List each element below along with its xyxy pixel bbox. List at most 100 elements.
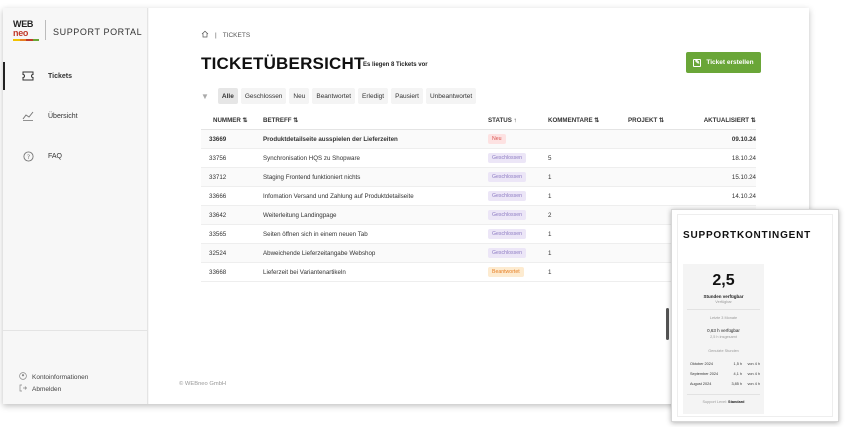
- user-icon: [19, 372, 27, 382]
- filter-chip-beantwortet[interactable]: Beantwortet: [312, 88, 356, 104]
- panel-scrollbar[interactable]: [666, 308, 669, 340]
- month-row: Oktober 2024 1,5 h von 4 h: [690, 362, 760, 366]
- quota-divider: [687, 394, 760, 395]
- ticket-subject: Synchronisation HQS zu Shopware: [263, 154, 360, 162]
- ticket-number: 33565: [209, 230, 227, 238]
- status-badge: Geschlossen: [488, 229, 526, 239]
- ticket-icon: [21, 69, 35, 83]
- column-header-betreff[interactable]: BETREFF ⇅: [263, 117, 488, 124]
- sidebar-item-label: Übersicht: [48, 112, 78, 120]
- sidebar-item-uebersicht[interactable]: Übersicht: [3, 102, 148, 130]
- hours-available-sublabel: Verfügbar: [715, 300, 732, 304]
- portal-title: SUPPORT PORTAL: [53, 27, 143, 37]
- panel-title: SUPPORTKONTINGENT: [683, 230, 812, 241]
- hours-available-label: Stunden verfügbar: [703, 294, 744, 299]
- quota-box: 2,5 Stunden verfügbar Verfügbar Letzte 3…: [683, 264, 764, 414]
- available-label: 0,63 h verfügbar: [707, 328, 740, 333]
- ticket-status: Geschlossen: [488, 191, 548, 201]
- ticket-subject: Abweichende Lieferzeitangabe Webshop: [263, 249, 376, 257]
- ticket-comments: 2: [548, 211, 552, 219]
- sidebar-item-label: FAQ: [48, 152, 63, 160]
- sidebar: WEB neo SUPPORT PORTAL Tickets Übersicht…: [3, 8, 148, 404]
- status-badge: Geschlossen: [488, 210, 526, 220]
- table-row[interactable]: 33669 Produktdetailseite ausspielen der L…: [201, 130, 756, 149]
- ticket-updated: 14.10.24: [731, 192, 756, 200]
- status-badge: Geschlossen: [488, 248, 526, 258]
- status-badge: Neu: [488, 134, 506, 144]
- status-badge: Geschlossen: [488, 153, 526, 163]
- column-header-aktualisiert[interactable]: AKTUALISIERT ⇅: [688, 117, 756, 124]
- ticket-status: Geschlossen: [488, 248, 548, 258]
- sidebar-item-faq[interactable]: ? FAQ: [3, 142, 148, 170]
- table-row[interactable]: 33756 Synchronisation HQS zu Shopware Gesc…: [201, 149, 756, 168]
- logo-color-bar: [13, 39, 39, 41]
- ticket-updated: 09.10.24: [731, 135, 756, 143]
- ticket-comments: 1: [548, 249, 552, 257]
- section-label-used-hours: Genutzte Stunden: [708, 349, 739, 353]
- ticket-status: Geschlossen: [488, 153, 548, 163]
- ticket-status: Beantwortet: [488, 267, 548, 277]
- ticket-status: Neu: [488, 134, 548, 144]
- column-header-projekt[interactable]: PROJEKT ⇅: [628, 117, 688, 124]
- sidebar-item-tickets[interactable]: Tickets: [3, 62, 148, 90]
- ticket-number: 33668: [209, 268, 227, 276]
- status-badge: Geschlossen: [488, 172, 526, 182]
- status-badge: Geschlossen: [488, 191, 526, 201]
- logo-text-neo: neo: [13, 28, 29, 38]
- edit-icon: ✎: [693, 58, 702, 67]
- footer-copyright: © WEBneo GmbH: [179, 381, 227, 387]
- ticket-subject: Produktdetailseite ausspielen der Liefer…: [263, 135, 398, 143]
- section-label-last-months: Letzte 3 Monate: [709, 316, 738, 320]
- ticket-comments: 1: [548, 230, 552, 238]
- ticket-comments: 5: [548, 154, 552, 162]
- account-info-label: Kontoinformationen: [32, 373, 89, 381]
- ticket-comments: 1: [548, 192, 552, 200]
- panel-border: SUPPORTKONTINGENT 2,5 Stunden verfügbar …: [677, 214, 833, 417]
- ticket-status: Geschlossen: [488, 229, 548, 239]
- ticket-updated: 15.10.24: [731, 173, 756, 181]
- table-row[interactable]: 33712 Staging Frontend funktioniert nicht…: [201, 168, 756, 187]
- status-badge: Beantwortet: [488, 267, 524, 277]
- breadcrumb: | TICKETS: [201, 30, 250, 40]
- ticket-subject: Seiten öffnen sich in einem neuen Tab: [263, 230, 368, 238]
- sidebar-item-label: Tickets: [48, 72, 72, 80]
- webneo-logo[interactable]: WEB neo: [13, 20, 39, 41]
- table-row[interactable]: 33666 Infomation Versand und Zahlung auf …: [201, 187, 756, 206]
- ticket-subject: Infomation Versand und Zahlung auf Produ…: [263, 192, 414, 200]
- create-ticket-label: Ticket erstellen: [706, 59, 754, 66]
- create-ticket-button[interactable]: ✎ Ticket erstellen: [686, 52, 761, 73]
- breadcrumb-separator: |: [215, 31, 217, 39]
- ticket-number: 33756: [209, 154, 227, 162]
- hours-available-value: 2,5: [712, 272, 735, 289]
- month-row: September 2024 4,1 h von 4 h: [690, 372, 760, 376]
- filter-chip-alle[interactable]: Alle: [217, 88, 238, 104]
- ticket-subject: Staging Frontend funktioniert nichts: [263, 173, 361, 181]
- filter-chip-erledigt[interactable]: Erledigt: [358, 88, 389, 104]
- breadcrumb-current: TICKETS: [222, 31, 251, 39]
- status-filter-bar: ▼ Alle Geschlossen Neu Beantwortet Erled…: [201, 88, 477, 104]
- column-header-kommentare[interactable]: KOMMENTARE ⇅: [548, 117, 628, 124]
- filter-chip-pausiert[interactable]: Pausiert: [391, 88, 423, 104]
- question-icon: ?: [21, 149, 35, 163]
- logout-icon: [19, 384, 27, 394]
- column-header-status[interactable]: STATUS ↑: [488, 117, 548, 124]
- ticket-subject: Weiterleitung Landingpage: [263, 211, 337, 219]
- ticket-comments: 1: [548, 173, 552, 181]
- page-title: TICKETÜBERSICHT: [201, 54, 365, 73]
- filter-chip-unbeantwortet[interactable]: Unbeantwortet: [425, 88, 477, 104]
- home-icon[interactable]: [201, 30, 209, 40]
- ticket-number: 32524: [209, 249, 227, 257]
- quota-divider: [687, 309, 760, 310]
- filter-chip-geschlossen[interactable]: Geschlossen: [240, 88, 287, 104]
- support-level-value: Standard: [728, 400, 745, 404]
- logout-link[interactable]: Abmelden: [19, 384, 61, 394]
- ticket-number: 33666: [209, 192, 227, 200]
- chart-line-icon: [21, 109, 35, 123]
- filter-chip-neu[interactable]: Neu: [289, 88, 310, 104]
- table-header: NUMMER ⇅ BETREFF ⇅ STATUS ↑ KOMMENTARE ⇅…: [201, 112, 756, 130]
- support-level-label: Support Level:: [702, 400, 727, 404]
- account-info-link[interactable]: Kontoinformationen: [19, 372, 88, 382]
- sidebar-divider: [3, 330, 148, 331]
- column-header-nummer[interactable]: NUMMER ⇅: [201, 117, 263, 124]
- ticket-subject: Lieferzeit bei Variantenartikeln: [263, 268, 346, 276]
